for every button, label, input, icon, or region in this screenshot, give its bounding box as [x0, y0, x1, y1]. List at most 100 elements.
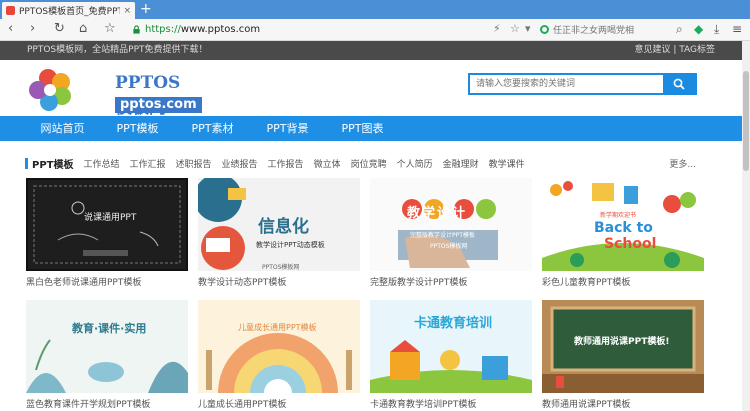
download-icon[interactable]: ⤓ — [714, 22, 719, 36]
main-nav: 网站首页 PPT模板 PPT素材 PPT背景 PPT图表 — [0, 116, 742, 141]
nav-ppt-backgrounds[interactable]: PPT背景 — [250, 116, 325, 141]
card-caption[interactable]: 卡通教育教学培训PPT模板 — [370, 397, 532, 410]
thumb-art — [398, 199, 498, 268]
card-caption[interactable]: 完整版教学设计PPT模板 — [370, 275, 532, 288]
dropdown-icon[interactable]: ▾ — [525, 22, 531, 35]
thumb-art — [26, 339, 188, 393]
card-caption[interactable]: 蓝色教育课件开学规划PPT模板 — [26, 397, 188, 410]
site-header: PPTOS模板网 pptos.com — [0, 60, 742, 118]
thumb-title: 信息化 — [258, 217, 309, 237]
star-icon[interactable]: ☆ — [510, 22, 520, 35]
template-card[interactable]: 教育·课件·实用 蓝色教育课件开学规划PPT模板 — [26, 300, 188, 410]
nav-home[interactable]: 网站首页 — [25, 116, 100, 141]
thumb-brand: PPTOS模板网 — [262, 264, 300, 271]
thumb-title: 教学设计 — [407, 206, 468, 221]
tab-title: PPTOS模板首页_免费PPT模板 — [19, 7, 121, 17]
category-link[interactable]: 微立体 — [314, 157, 341, 170]
template-card[interactable]: 儿童成长通用PPT模板 儿童成长通用PPT模板 — [198, 300, 360, 410]
thumb-title: 卡通教育培训 — [414, 316, 493, 331]
thumb-brand: PPTOS模板网 — [430, 243, 468, 250]
template-card[interactable]: 教学设计 完整版教学设计PPT模板 PPTOS模板网 完整版教学设计PPT模板 — [370, 178, 532, 288]
card-caption[interactable]: 彩色儿童教育PPT模板 — [542, 275, 704, 288]
site-logo[interactable]: PPTOS模板网 pptos.com — [28, 66, 202, 118]
address-bar[interactable]: https://www.pptos.com — [132, 21, 532, 38]
logo-flower-icon — [29, 69, 71, 111]
site-search-button[interactable] — [663, 75, 695, 93]
more-link[interactable]: 更多... — [669, 157, 696, 170]
site-topbar: PPTOS模板网，全站精品PPT免费提供下载！ 意见建议 | TAG标签 — [0, 41, 750, 60]
card-caption[interactable]: 黑白色老师说课通用PPT模板 — [26, 275, 188, 288]
template-card[interactable]: 卡通教育培训 卡通教育教学培训PPT模板 — [370, 300, 532, 410]
template-card[interactable]: Back to 新学期欢迎书 School 彩色儿童教育PPT模板 — [542, 178, 704, 288]
browser-toolbar: ‹ › ↻ ⌂ ☆ https://www.pptos.com ⚡ ☆ ▾ 任正… — [0, 19, 750, 41]
card-thumbnail[interactable]: 教师通用说课PPT模板! — [542, 300, 704, 393]
browser-tab-active[interactable]: PPTOS模板首页_免费PPT模板 × — [2, 2, 135, 19]
top-links[interactable]: 意见建议 | TAG标签 — [634, 41, 715, 60]
reload-button[interactable]: ↻ — [54, 21, 65, 37]
nav-ppt-charts[interactable]: PPT图表 — [325, 116, 400, 141]
search-icon — [673, 78, 685, 90]
site-favicon-icon — [6, 6, 15, 15]
tab-close-icon[interactable]: × — [123, 6, 131, 16]
template-card[interactable]: 说课通用PPT 黑白色老师说课通用PPT模板 — [26, 178, 188, 288]
logo-domain: pptos.com — [115, 97, 202, 113]
card-caption[interactable]: 儿童成长通用PPT模板 — [198, 397, 360, 410]
welcome-text: PPTOS模板网，全站精品PPT免费提供下载！ — [27, 45, 208, 55]
card-thumbnail[interactable]: 说课通用PPT — [26, 178, 188, 271]
scrollbar-thumb[interactable] — [743, 71, 749, 171]
thumb-title: 教育·课件·实用 — [72, 322, 147, 335]
new-tab-button[interactable]: + — [140, 1, 152, 17]
shield-icon[interactable]: ◆ — [694, 22, 703, 36]
category-link[interactable]: 教学课件 — [489, 157, 525, 170]
thumb-title: 儿童成长通用PPT模板 — [238, 323, 317, 332]
bookmark-star-icon[interactable]: ☆ — [104, 21, 116, 37]
category-link[interactable]: 金融理财 — [443, 157, 479, 170]
card-caption[interactable]: 教师通用说课PPT模板 — [542, 397, 704, 410]
template-card[interactable]: 教师通用说课PPT模板! 教师通用说课PPT模板 — [542, 300, 704, 410]
forward-button[interactable]: › — [30, 21, 35, 37]
card-thumbnail[interactable]: 教育·课件·实用 — [26, 300, 188, 393]
url-host: www.pptos.com — [180, 24, 261, 35]
thumb-subtitle: School — [604, 236, 657, 252]
category-title: PPT模板 — [32, 159, 74, 171]
home-button[interactable]: ⌂ — [79, 21, 87, 37]
card-thumbnail[interactable]: 卡通教育培训 — [370, 300, 532, 393]
category-link[interactable]: 业绩报告 — [222, 157, 258, 170]
url-scheme: https:// — [145, 24, 181, 35]
page-scrollbar[interactable] — [742, 41, 750, 411]
card-thumbnail[interactable]: 儿童成长通用PPT模板 — [198, 300, 360, 393]
site-search-input[interactable] — [470, 75, 663, 93]
card-thumbnail[interactable]: 信息化 教学设计PPT动态模板 PPTOS模板网 — [198, 178, 360, 271]
thumb-art — [206, 333, 352, 393]
category-link[interactable]: 岗位竞聘 — [351, 157, 387, 170]
thumb-title: 教师通用说课PPT模板! — [574, 337, 670, 347]
chalkboard-art — [33, 185, 181, 264]
category-link[interactable]: 述职报告 — [176, 157, 212, 170]
section-marker — [25, 157, 28, 169]
template-card[interactable]: 信息化 教学设计PPT动态模板 PPTOS模板网 教学设计动态PPT模板 — [198, 178, 360, 288]
category-link[interactable]: 工作总结 — [83, 157, 119, 170]
thumb-subtitle: 教学设计PPT动态模板 — [256, 241, 325, 249]
card-thumbnail[interactable]: Back to 新学期欢迎书 School — [542, 178, 704, 271]
category-link[interactable]: 个人简历 — [397, 157, 433, 170]
category-link[interactable]: 工作汇报 — [130, 157, 166, 170]
thumb-title: Back to — [594, 220, 653, 236]
search-icon[interactable]: ⌕ — [676, 22, 683, 36]
category-row: PPT模板 工作总结 工作汇报 述职报告 业绩报告 工作报告 微立体 岗位竞聘 … — [25, 156, 700, 171]
nav-ppt-templates[interactable]: PPT模板 — [100, 116, 175, 141]
thumb-title: 说课通用PPT — [84, 213, 137, 223]
card-thumbnail[interactable]: 教学设计 完整版教学设计PPT模板 PPTOS模板网 — [370, 178, 532, 271]
search-engine-icon — [540, 25, 549, 34]
thumb-subtitle: 完整版教学设计PPT模板 — [410, 232, 475, 239]
back-button[interactable]: ‹ — [8, 21, 13, 37]
lock-icon — [133, 25, 140, 34]
browser-tabstrip: PPTOS模板首页_免费PPT模板 × + — [0, 0, 750, 19]
lightning-icon[interactable]: ⚡ — [493, 22, 501, 35]
card-caption[interactable]: 教学设计动态PPT模板 — [198, 275, 360, 288]
site-search — [468, 73, 697, 95]
browser-search-box[interactable]: 任正非之女两喝党相 — [540, 21, 656, 38]
nav-ppt-materials[interactable]: PPT素材 — [175, 116, 250, 141]
thumb-brand: 新学期欢迎书 — [600, 212, 637, 219]
menu-icon[interactable]: ≡ — [732, 22, 742, 36]
category-link[interactable]: 工作报告 — [268, 157, 304, 170]
